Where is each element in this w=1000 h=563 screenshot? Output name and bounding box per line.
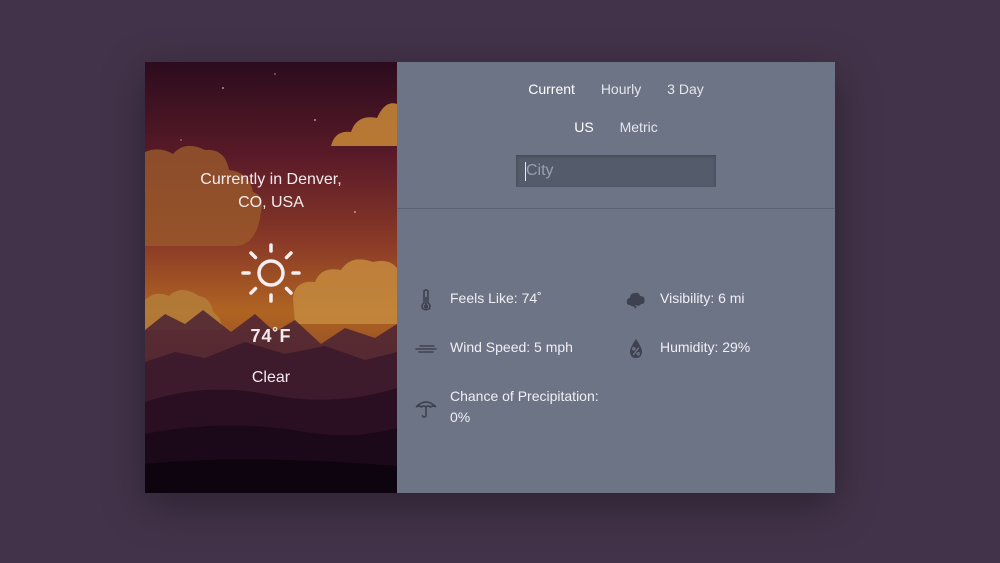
unit-us[interactable]: US: [574, 119, 593, 135]
current-weather-panel: Currently in Denver, CO, USA 74˚F Clear: [145, 62, 397, 493]
unit-metric[interactable]: Metric: [620, 119, 658, 135]
text-cursor: [525, 162, 526, 181]
sun-icon: [241, 243, 301, 303]
tab-hourly[interactable]: Hourly: [601, 81, 641, 97]
fog-cloud-icon: [626, 292, 645, 309]
precipitation-text: Chance of Precipitation: 0%: [450, 388, 599, 425]
stat-precipitation: Chance of Precipitation: 0%: [414, 386, 605, 428]
humidity-drop-icon: [630, 339, 642, 358]
tab-current[interactable]: Current: [528, 81, 575, 97]
visibility-text: Visibility: 6 mi: [660, 290, 745, 306]
stat-wind-speed: Wind Speed: 5 mph: [414, 337, 573, 361]
location-line-2: CO, USA: [238, 194, 304, 211]
forecast-tabs: Current Hourly 3 Day: [397, 81, 835, 97]
current-location: Currently in Denver, CO, USA: [145, 168, 397, 214]
umbrella-icon: [415, 401, 437, 418]
city-search-input[interactable]: [516, 155, 716, 187]
thermometer-icon: [421, 289, 431, 311]
divider: [397, 208, 835, 209]
tab-3-day[interactable]: 3 Day: [667, 81, 704, 97]
location-line-1: Currently in Denver,: [200, 171, 342, 188]
current-condition: Clear: [251, 369, 291, 386]
feels-like-text: Feels Like: 74˚: [450, 290, 542, 306]
humidity-text: Humidity: 29%: [660, 339, 751, 355]
wind-icon: [415, 345, 437, 353]
weather-card: Currently in Denver, CO, USA 74˚F Clear …: [145, 62, 835, 493]
stat-feels-like: Feels Like: 74˚: [414, 288, 542, 312]
wind-speed-text: Wind Speed: 5 mph: [450, 339, 573, 355]
details-panel: Current Hourly 3 Day US Metric Feels Lik…: [397, 62, 835, 493]
unit-toggle: US Metric: [397, 119, 835, 135]
current-temperature: 74˚F: [250, 326, 292, 346]
stat-visibility: Visibility: 6 mi: [624, 288, 745, 312]
stat-humidity: Humidity: 29%: [624, 337, 750, 361]
